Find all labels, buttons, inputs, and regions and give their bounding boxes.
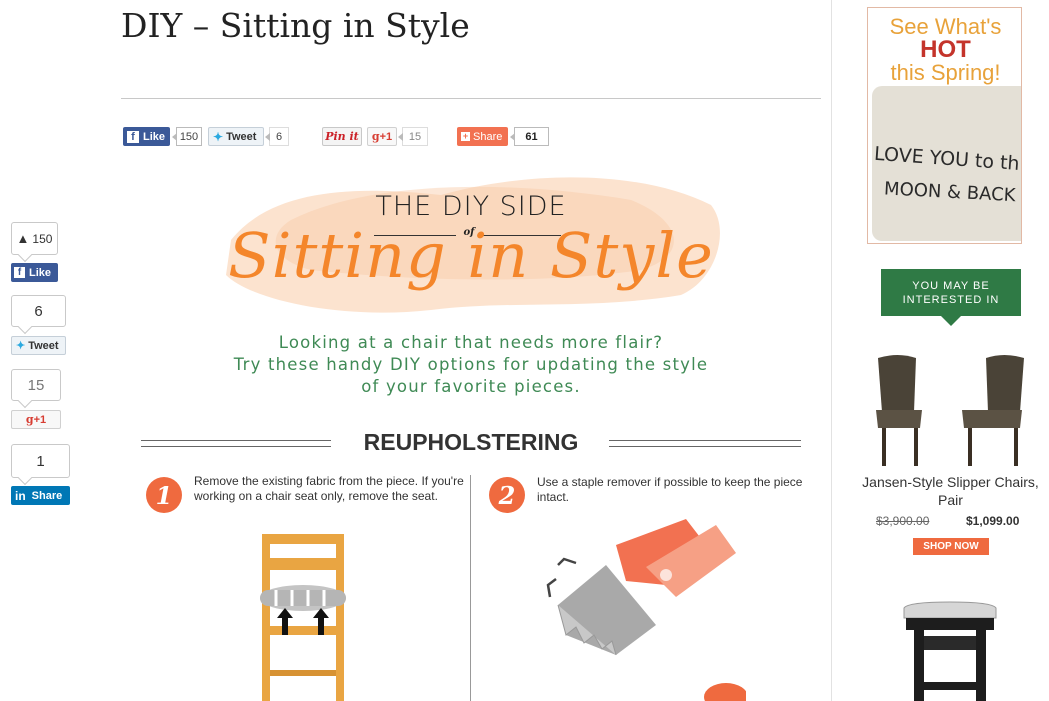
floating-linkedin-label: Share — [31, 489, 63, 502]
section-rule-left — [141, 440, 331, 447]
infographic: THE DIY SIDE of Sitting in Style Looking… — [121, 155, 821, 701]
product-name[interactable]: Jansen-Style Slipper Chairs, Pair — [852, 473, 1049, 509]
gplus-icon: g — [371, 130, 380, 143]
gplus-button[interactable]: g +1 — [367, 127, 397, 146]
slipper-chairs-image[interactable] — [872, 352, 1030, 470]
step-badge-2: 2 — [489, 477, 525, 513]
pillow-image: LOVE YOU to th MOON & BACK — [872, 86, 1021, 241]
gplus-label: +1 — [379, 130, 393, 143]
floating-tweet-button[interactable]: ✦ Tweet — [11, 336, 66, 355]
gplus-count: 15 — [398, 127, 428, 146]
spring-promo-ad[interactable]: See What's HOT this Spring! LOVE YOU to … — [867, 7, 1022, 244]
plus-icon: + — [461, 131, 470, 141]
linkedin-icon: in — [15, 488, 26, 503]
related-header-line1: YOU MAY BE — [912, 279, 990, 292]
facebook-like-button[interactable]: f Like — [123, 127, 170, 146]
twitter-bird-icon: ✦ — [213, 129, 224, 144]
product-price: $1,099.00 — [966, 514, 1020, 528]
related-products-header: YOU MAY BE INTERESTED IN — [881, 269, 1021, 326]
gplus-icon: g — [25, 413, 34, 426]
thumbs-up-icon: ▲ — [16, 231, 30, 246]
facebook-icon: f — [127, 130, 139, 143]
stool-image[interactable] — [900, 600, 1000, 701]
section-title: REUPHOLSTERING — [363, 429, 579, 455]
share-count: 61 — [510, 127, 549, 146]
intro-line: Looking at a chair that needs more flair… — [278, 333, 664, 352]
floating-facebook-like-button[interactable]: f Like — [11, 263, 58, 282]
infographic-headline: Sitting in Style — [228, 219, 714, 292]
facebook-like-label: Like — [143, 130, 166, 143]
floating-facebook-label: Like — [29, 266, 52, 279]
facebook-icon: f — [14, 267, 25, 278]
ad-headline-line3: this Spring! — [890, 60, 1001, 85]
share-bar: f Like 150 ✦ Tweet 6 Pin it g +1 15 + Sha… — [123, 127, 563, 147]
intro-line: Try these handy DIY options for updating… — [233, 355, 709, 374]
twitter-bird-icon: ✦ — [16, 340, 26, 352]
tweet-count: 6 — [265, 127, 289, 146]
step-badge-1: 1 — [146, 477, 182, 513]
share-button[interactable]: + Share — [457, 127, 508, 146]
infographic-intro: Looking at a chair that needs more flair… — [181, 332, 761, 398]
step-divider — [470, 475, 471, 701]
floating-linkedin-share-button[interactable]: in Share — [11, 486, 70, 505]
floating-facebook-count: ▲ 150 — [11, 222, 58, 255]
step-1-text: Remove the existing fabric from the piec… — [194, 474, 464, 503]
related-header-line2: INTERESTED IN — [902, 293, 1000, 306]
floating-linkedin-count: 1 — [11, 444, 70, 478]
step-2-text: Use a staple remover if possible to keep… — [537, 475, 803, 504]
staple-remover-illustration — [546, 519, 746, 701]
shop-now-button[interactable]: SHOP NOW — [913, 538, 989, 555]
pin-it-button[interactable]: Pin it — [322, 127, 362, 146]
pin-it-label: Pin it — [325, 130, 359, 143]
infographic-kicker: THE DIY SIDE — [375, 191, 567, 222]
pillow-text-line2: MOON & BACK — [883, 178, 1016, 207]
floating-gplus-label: +1 — [33, 413, 47, 426]
tweet-button[interactable]: ✦ Tweet — [208, 127, 264, 146]
floating-tweet-count: 6 — [11, 295, 66, 327]
tweet-label: Tweet — [226, 130, 257, 143]
intro-line: of your favorite pieces. — [361, 377, 581, 396]
section-rule-right — [609, 440, 801, 447]
product-old-price: $3,900.00 — [876, 514, 930, 528]
floating-gplus-button[interactable]: g +1 — [11, 410, 61, 429]
floating-tweet-label: Tweet — [28, 339, 59, 352]
sidebar-divider — [831, 0, 832, 701]
floating-gplus-count: 15 — [11, 369, 61, 401]
chair-illustration — [260, 534, 346, 701]
title-divider — [121, 98, 821, 99]
share-label: Share — [473, 130, 503, 143]
facebook-like-count: 150 — [172, 127, 202, 146]
page-title: DIY – Sitting in Style — [121, 6, 470, 45]
floating-facebook-count-value: 150 — [32, 231, 53, 246]
pillow-text-line1: LOVE YOU to th — [873, 142, 1021, 175]
